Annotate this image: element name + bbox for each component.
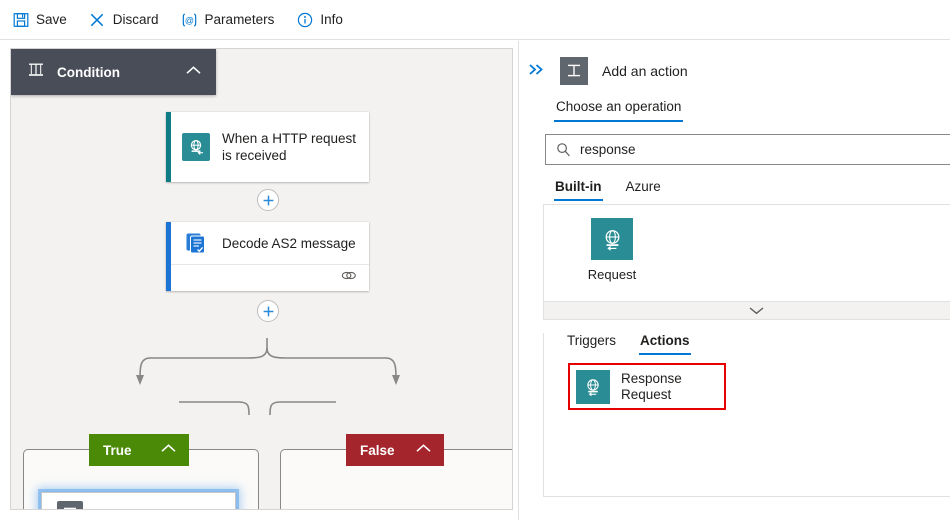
trigger-accent-bar	[166, 112, 171, 182]
save-label: Save	[36, 12, 67, 27]
parameters-label: Parameters	[204, 12, 275, 27]
chevron-up-icon[interactable]	[415, 441, 432, 459]
command-toolbar: Save Discard @ Parameters Info	[0, 0, 950, 40]
result-item-response[interactable]: Response Request	[568, 363, 726, 410]
choose-operation-icon	[57, 501, 83, 509]
request-connector-icon	[576, 369, 610, 404]
tab-triggers[interactable]: Triggers	[566, 333, 617, 355]
branch-false-label: False	[360, 442, 395, 458]
request-trigger-icon	[182, 133, 210, 161]
panel-header: Add an action	[519, 41, 950, 87]
connector-tile-request[interactable]: Request	[569, 218, 655, 282]
info-button[interactable]: Info	[296, 6, 343, 34]
condition-node-title: Condition	[57, 64, 120, 80]
operation-results-list: Triggers Actions Response Request	[543, 333, 950, 497]
action-node-condition[interactable]: Condition	[11, 49, 216, 95]
search-icon	[556, 142, 571, 157]
choose-operation-card[interactable]: Choose an operation	[41, 492, 236, 510]
plus-icon	[263, 195, 273, 205]
action-node-decode-as2[interactable]: Decode AS2 message	[166, 222, 369, 291]
result-item-response-connector: Request	[621, 386, 672, 402]
choose-operation-icon	[560, 57, 588, 85]
logic-app-designer-screen: Save Discard @ Parameters Info When a HT…	[0, 0, 950, 520]
chevron-up-icon[interactable]	[160, 441, 177, 459]
connection-link-icon	[341, 269, 357, 287]
save-icon	[12, 11, 29, 28]
branch-true-label: True	[103, 442, 132, 458]
add-step-button-2[interactable]	[257, 300, 279, 322]
chevron-down-icon	[748, 302, 765, 320]
tab-built-in[interactable]: Built-in	[554, 179, 603, 201]
trigger-action-tab-strip: Triggers Actions	[566, 333, 950, 355]
decode-node-title: Decode AS2 message	[222, 235, 356, 251]
tab-azure[interactable]: Azure	[625, 179, 662, 201]
request-connector-icon	[591, 218, 633, 260]
operation-tab-strip: Choose an operation	[554, 96, 950, 122]
branch-header-false[interactable]: False	[346, 434, 444, 466]
search-input[interactable]: response	[545, 134, 950, 165]
tab-actions-label: Actions	[640, 333, 690, 348]
search-input-value: response	[580, 142, 636, 157]
trigger-node-title: When a HTTP request is received	[222, 131, 357, 163]
tab-triggers-label: Triggers	[567, 333, 617, 348]
branch-header-true[interactable]: True	[89, 434, 189, 466]
category-tab-strip: Built-in Azure	[554, 179, 950, 201]
connector-gallery-expander[interactable]	[543, 301, 950, 320]
info-icon	[296, 11, 313, 28]
double-chevron-right-icon[interactable]	[528, 63, 545, 79]
tab-actions[interactable]: Actions	[639, 333, 691, 355]
result-item-response-name: Response	[621, 371, 682, 387]
decode-accent-bar	[166, 222, 171, 291]
tab-choose-an-operation-label: Choose an operation	[556, 99, 682, 114]
tab-built-in-label: Built-in	[555, 179, 602, 194]
plus-icon	[263, 306, 273, 316]
connector-gallery: Request	[543, 204, 950, 301]
tab-choose-an-operation[interactable]: Choose an operation	[554, 96, 684, 122]
add-step-button-1[interactable]	[257, 189, 279, 211]
discard-label: Discard	[112, 12, 159, 27]
panel-title: Add an action	[602, 63, 688, 79]
parameters-button[interactable]: @ Parameters	[181, 6, 275, 34]
info-label: Info	[320, 12, 343, 27]
connector-tile-request-label: Request	[587, 267, 637, 282]
condition-icon	[27, 61, 45, 84]
choose-operation-card-title: Choose an operation	[95, 506, 220, 510]
workflow-canvas[interactable]: When a HTTP request is received Decode A…	[10, 48, 513, 510]
chevron-up-icon[interactable]	[185, 63, 202, 81]
discard-button[interactable]: Discard	[89, 6, 159, 34]
parameters-icon: @	[181, 11, 198, 28]
add-action-panel: Add an action Choose an operation respon…	[519, 41, 950, 520]
discard-icon	[89, 11, 106, 28]
svg-text:@: @	[184, 15, 193, 25]
as2-decode-icon	[182, 229, 210, 257]
save-button[interactable]: Save	[12, 6, 67, 34]
trigger-node-http-request[interactable]: When a HTTP request is received	[166, 112, 369, 182]
tab-azure-label: Azure	[625, 179, 661, 194]
